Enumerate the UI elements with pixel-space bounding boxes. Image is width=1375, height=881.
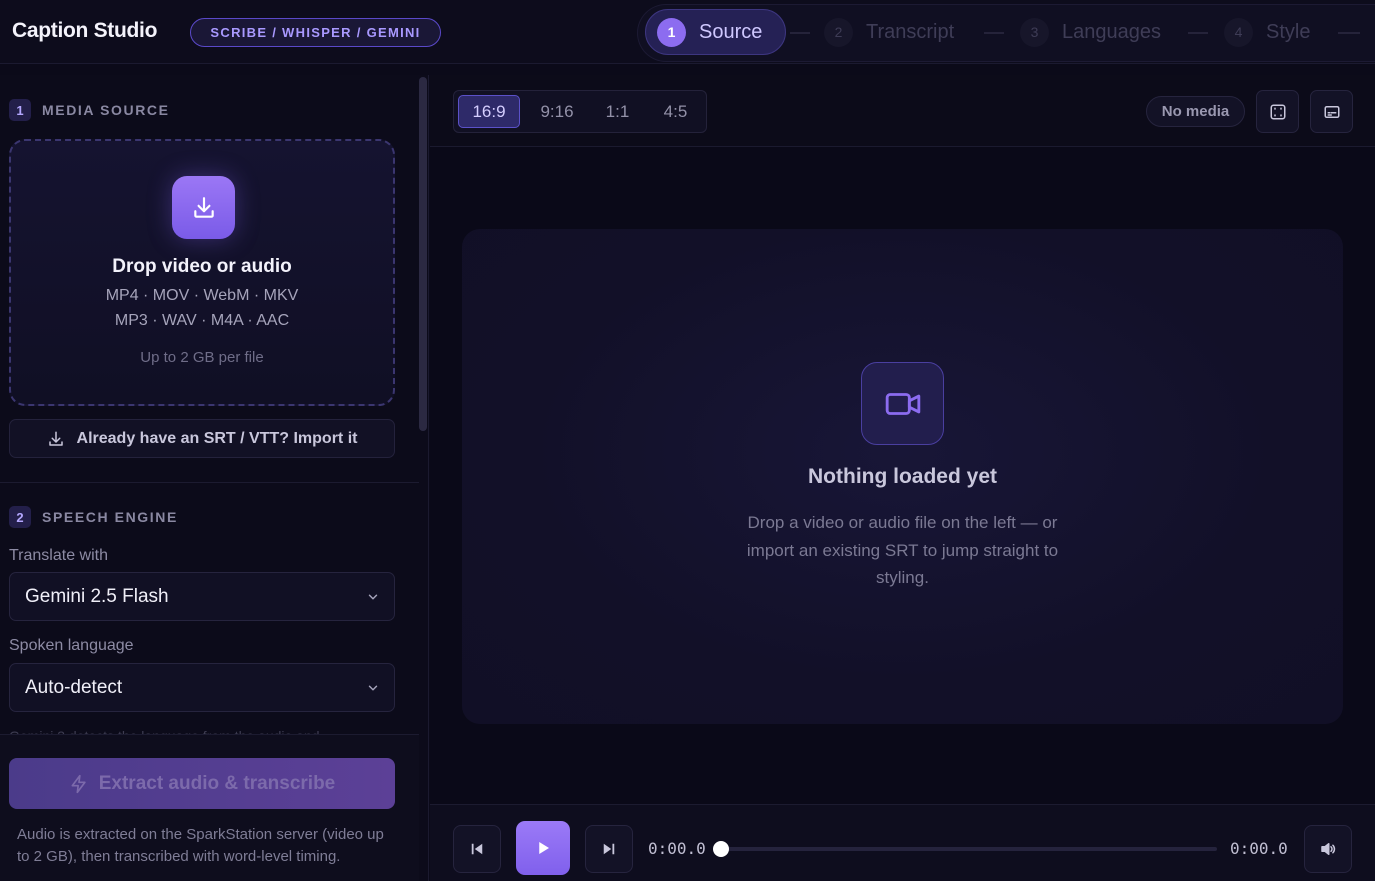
current-time: 0:00.0 — [648, 839, 706, 858]
step-style[interactable]: 4 Style — [1224, 9, 1310, 55]
ratio-1-1[interactable]: 1:1 — [590, 95, 645, 128]
play-button[interactable] — [516, 821, 570, 875]
play-icon — [539, 842, 549, 854]
app-header: Caption Studio SCRIBE / WHISPER / GEMINI… — [0, 0, 1375, 64]
ratio-9-16[interactable]: 9:16 — [526, 95, 588, 128]
section-title: SPEECH ENGINE — [42, 509, 178, 525]
chevron-down-icon — [368, 594, 378, 600]
preview-toolbar: 16:9 9:16 1:1 4:5 No media — [430, 75, 1375, 147]
skip-back-icon — [471, 843, 483, 855]
app-title: Caption Studio — [12, 19, 158, 42]
safe-area-icon — [1270, 104, 1285, 119]
lightning-icon — [71, 774, 86, 793]
step-label: Style — [1266, 20, 1311, 43]
volume-button[interactable] — [1304, 825, 1352, 873]
spoken-language-select[interactable]: Auto-detect — [9, 663, 395, 712]
total-time: 0:00.0 — [1230, 839, 1288, 858]
empty-state-description: Drop a video or audio file on the left —… — [746, 513, 1059, 587]
video-formats: MP4 · MOV · WebM · MKV — [105, 287, 299, 304]
captions-toggle-button[interactable] — [1310, 90, 1353, 133]
empty-state-title: Nothing loaded yet — [808, 465, 997, 488]
skip-forward-button[interactable] — [585, 825, 633, 873]
step-connector — [984, 32, 1004, 34]
step-transcript[interactable]: 2 Transcript — [824, 9, 954, 55]
step-number: 1 — [657, 17, 686, 47]
translate-label: Translate with — [9, 547, 108, 564]
step-connector — [1338, 32, 1360, 34]
file-size-limit: Up to 2 GB per file — [140, 349, 264, 366]
dropzone-title: Drop video or audio — [112, 256, 292, 277]
translate-select[interactable]: Gemini 2.5 Flash — [9, 572, 395, 621]
ratio-16-9[interactable]: 16:9 — [458, 95, 520, 128]
seek-track[interactable] — [720, 847, 1217, 851]
step-languages[interactable]: 3 Languages — [1020, 9, 1161, 55]
section-number: 2 — [9, 506, 31, 528]
step-connector — [790, 32, 810, 34]
sidebar-scrollbar[interactable] — [419, 77, 427, 431]
media-dropzone[interactable]: Drop video or audio MP4 · MOV · WebM · M… — [9, 139, 395, 406]
empty-state: Nothing loaded yet Drop a video or audio… — [462, 229, 1343, 724]
skip-back-button[interactable] — [453, 825, 501, 873]
import-label: Already have an SRT / VTT? Import it — [76, 429, 358, 447]
media-source-header: 1 MEDIA SOURCE — [9, 99, 170, 121]
step-number: 4 — [1224, 17, 1253, 47]
extraction-note: Audio is extracted on the SparkStation s… — [17, 826, 384, 865]
audio-formats: MP3 · WAV · M4A · AAC — [114, 312, 290, 329]
step-label: Source — [699, 20, 763, 43]
section-title: MEDIA SOURCE — [42, 102, 170, 118]
ratio-4-5[interactable]: 4:5 — [648, 95, 703, 128]
sidebar: 1 MEDIA SOURCE Drop video or audio MP4 ·… — [0, 75, 429, 881]
action-panel: Extract audio & transcribe Audio is extr… — [0, 734, 419, 881]
extract-button-label: Extract audio & transcribe — [98, 772, 336, 794]
video-camera-icon — [861, 362, 944, 445]
extract-transcribe-button[interactable]: Extract audio & transcribe — [9, 758, 395, 809]
step-source[interactable]: 1 Source — [645, 9, 786, 55]
engine-badge: SCRIBE / WHISPER / GEMINI — [190, 18, 441, 47]
import-subtitles-button[interactable]: Already have an SRT / VTT? Import it — [9, 419, 395, 458]
speech-engine-header: 2 SPEECH ENGINE — [9, 506, 178, 528]
step-number: 2 — [824, 17, 853, 47]
safe-area-button[interactable] — [1256, 90, 1299, 133]
spoken-language-value: Auto-detect — [25, 676, 123, 698]
skip-forward-icon — [603, 843, 615, 855]
translate-value: Gemini 2.5 Flash — [25, 585, 169, 607]
captions-icon — [1324, 105, 1339, 118]
spoken-language-label: Spoken language — [9, 637, 134, 654]
seek-handle[interactable] — [713, 841, 729, 857]
import-icon — [48, 431, 63, 446]
step-navigator: 1 Source 2 Transcript 3 Languages 4 Styl… — [637, 4, 1375, 62]
preview-stage: Nothing loaded yet Drop a video or audio… — [430, 147, 1375, 804]
media-status-badge: No media — [1146, 96, 1245, 127]
step-number: 3 — [1020, 17, 1049, 47]
download-icon — [172, 176, 235, 239]
volume-icon — [1321, 843, 1336, 855]
media-player: 0:00.0 0:00.0 — [430, 804, 1375, 881]
section-divider — [0, 482, 419, 483]
chevron-down-icon — [368, 685, 378, 691]
step-label: Transcript — [866, 20, 955, 43]
step-label: Languages — [1062, 20, 1161, 43]
aspect-ratio-group: 16:9 9:16 1:1 4:5 — [453, 90, 707, 133]
section-number: 1 — [9, 99, 31, 121]
step-connector — [1188, 32, 1208, 34]
